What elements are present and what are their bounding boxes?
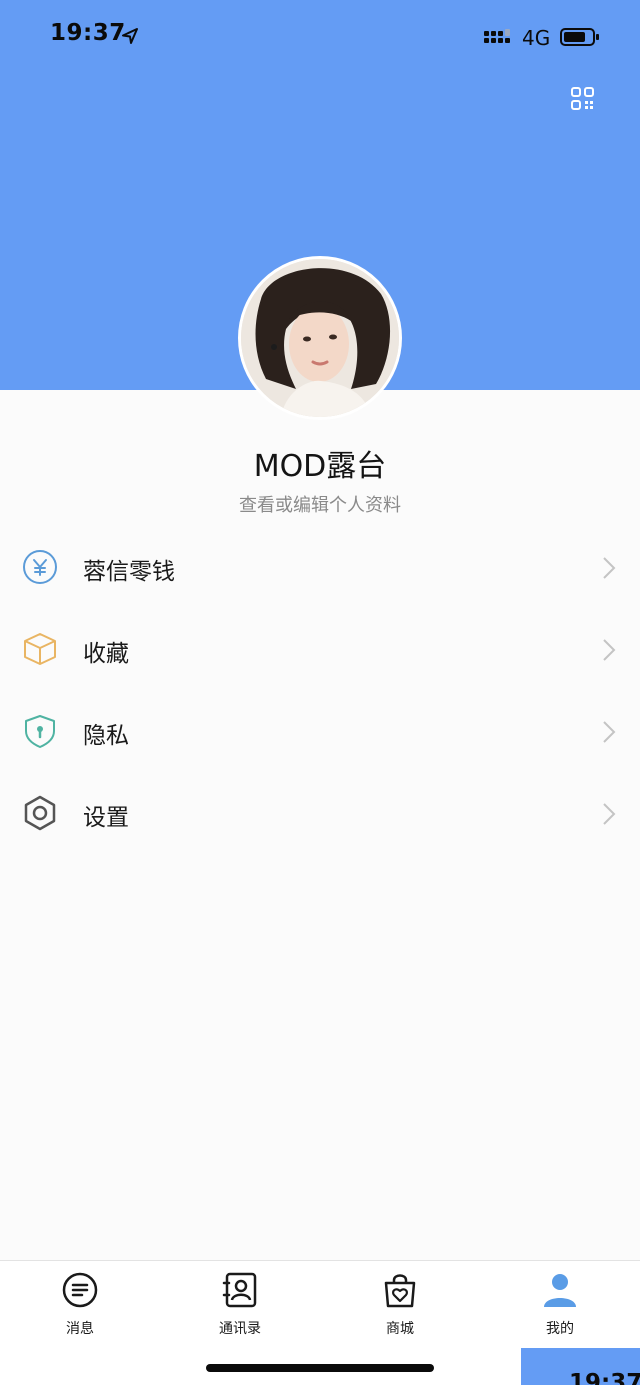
- tab-label: 我的: [546, 1321, 574, 1337]
- qr-code-icon[interactable]: [570, 86, 596, 112]
- home-indicator[interactable]: [206, 1364, 434, 1372]
- shopping-bag-icon: [384, 1274, 416, 1308]
- chat-icon: [62, 1272, 98, 1308]
- tab-contacts[interactable]: 通讯录: [180, 1271, 300, 1341]
- profile-name: MOD露台: [253, 449, 387, 484]
- tab-label: 商城: [386, 1321, 414, 1337]
- battery-icon: [560, 28, 599, 46]
- tab-label: 消息: [66, 1321, 94, 1337]
- menu-item-label: 设置: [83, 805, 129, 831]
- chevron-right-icon: [603, 803, 616, 825]
- chevron-right-icon: [603, 557, 616, 579]
- user-icon: [544, 1274, 576, 1307]
- status-time: 19:37: [50, 20, 126, 46]
- status-bar: 19:37 4G: [0, 0, 640, 70]
- profile-screen: 19:37 4G MOD露台 查看或编辑个人资料 蓉信零钱 收藏 隐私 设置 消…: [0, 0, 640, 1385]
- tab-messages[interactable]: 消息: [20, 1271, 140, 1341]
- avatar[interactable]: [238, 256, 402, 420]
- chevron-right-icon: [603, 721, 616, 743]
- box-icon: [24, 633, 56, 665]
- menu-item-label: 收藏: [83, 641, 129, 667]
- signal-strength-icon: [484, 29, 510, 43]
- edit-profile-link[interactable]: 查看或编辑个人资料: [0, 491, 640, 517]
- tab-label: 通讯录: [219, 1321, 261, 1337]
- network-type: 4G: [522, 26, 551, 50]
- yuan-wallet-icon: [23, 550, 57, 584]
- chevron-right-icon: [603, 639, 616, 661]
- location-arrow-icon: [122, 28, 138, 44]
- menu-item-label: 隐私: [83, 723, 129, 749]
- menu-item-label: 蓉信零钱: [83, 559, 175, 585]
- shield-icon: [25, 715, 55, 748]
- screenshot-thumbnail[interactable]: 19:37: [521, 1348, 640, 1385]
- thumbnail-time: 19:37: [569, 1370, 640, 1385]
- gear-icon: [24, 795, 56, 831]
- menu-item-favorites[interactable]: 收藏: [0, 608, 640, 690]
- contacts-icon: [222, 1272, 257, 1308]
- tab-me[interactable]: 我的: [500, 1271, 620, 1341]
- menu-item-privacy[interactable]: 隐私: [0, 690, 640, 772]
- menu-item-settings[interactable]: 设置: [0, 772, 640, 854]
- tab-mall[interactable]: 商城: [340, 1271, 460, 1341]
- avatar-photo: [241, 259, 399, 417]
- menu-item-money[interactable]: 蓉信零钱: [0, 526, 640, 608]
